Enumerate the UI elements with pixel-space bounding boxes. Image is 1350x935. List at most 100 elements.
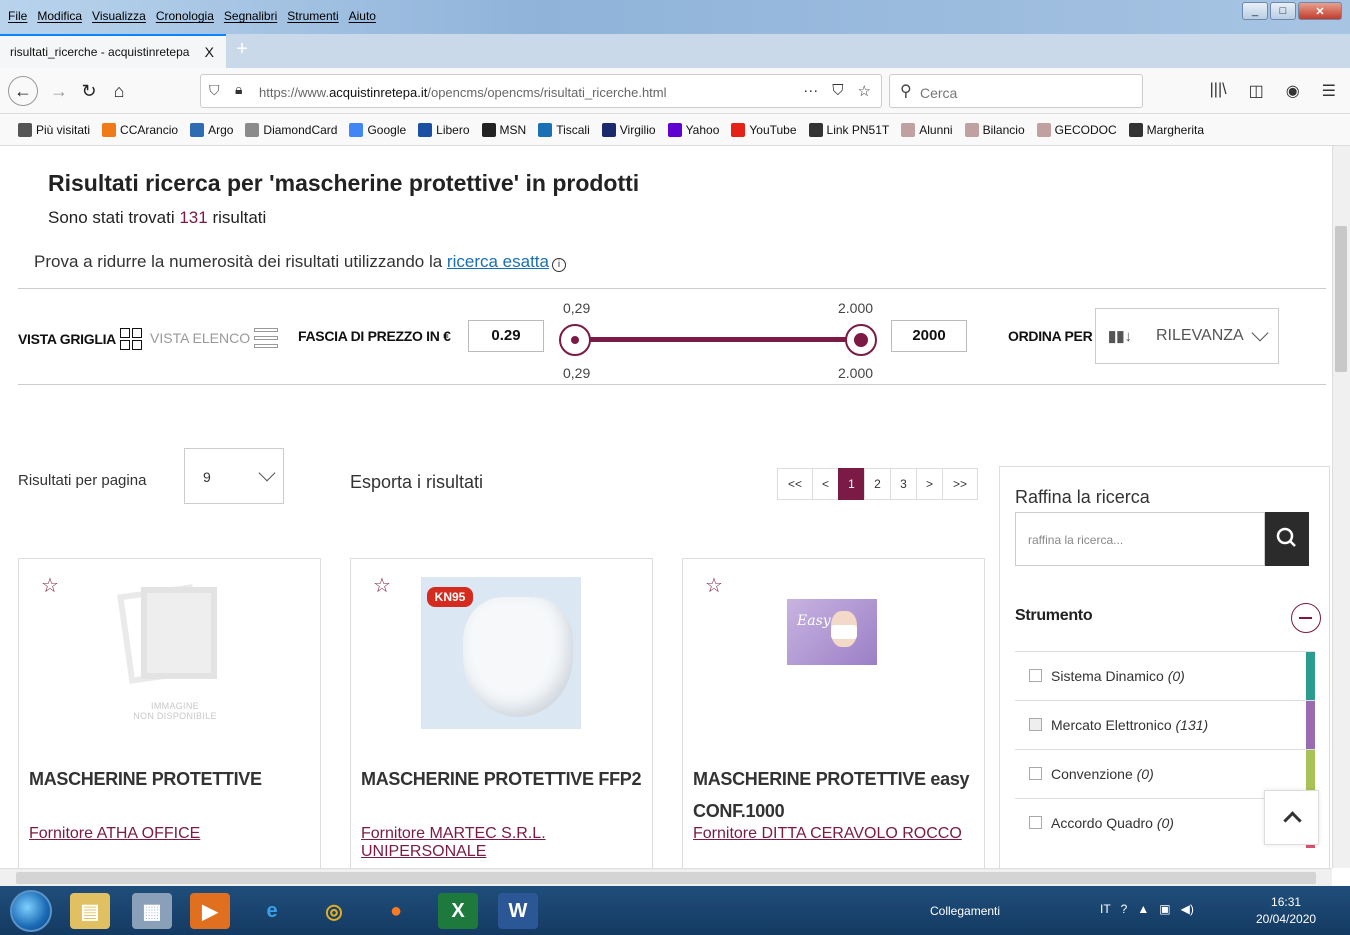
network-icon[interactable]: ▣ <box>1159 902 1170 916</box>
refine-search-button[interactable] <box>1265 512 1309 566</box>
shield-icon[interactable]: ⛉ <box>209 82 220 99</box>
menu-aiuto[interactable]: Aiuto <box>349 9 376 23</box>
tab-risultati[interactable]: risultati_ricerche - acquistinretepa X <box>0 34 226 68</box>
toolbar-collegamenti[interactable]: Collegamenti <box>930 904 1000 918</box>
pocket-icon[interactable]: ⛉ <box>832 82 843 100</box>
start-button[interactable] <box>10 890 52 932</box>
product-image[interactable]: Easy <box>787 599 877 665</box>
menu-segnalibri[interactable]: Segnalibri <box>224 9 277 23</box>
forward-icon[interactable]: → <box>46 78 72 104</box>
product-title[interactable]: MASCHERINE PROTETTIVE easy CONF.1000 <box>693 763 970 827</box>
excel-icon[interactable]: X <box>438 893 478 929</box>
menu-cronologia[interactable]: Cronologia <box>156 9 214 23</box>
refine-search-input[interactable]: raffina la ricerca... <box>1015 512 1265 566</box>
arrow-up-icon[interactable]: ▲ <box>1137 902 1149 916</box>
supplier-link[interactable]: Fornitore DITTA CERAVOLO ROCCO <box>693 825 962 843</box>
bookmark-youtube[interactable]: YouTube <box>731 122 797 137</box>
explorer-icon[interactable]: ▤ <box>70 893 110 929</box>
bookmark-pi-visitati[interactable]: Più visitati <box>18 122 90 137</box>
word-icon[interactable]: W <box>498 893 538 929</box>
language-indicator[interactable]: IT <box>1100 902 1111 916</box>
sort-select[interactable]: ▮▮↓ RILEVANZA <box>1095 308 1279 364</box>
sidebar-icon[interactable]: ◫ <box>1249 81 1264 101</box>
horizontal-scrollbar[interactable] <box>0 868 1332 886</box>
bookmark-link-pn51t[interactable]: Link PN51T <box>808 122 889 137</box>
product-card[interactable]: ☆ KN95 MASCHERINE PROTETTIVE FFP2 Fornit… <box>350 558 653 868</box>
product-image[interactable]: KN95 <box>421 577 581 729</box>
home-icon[interactable]: ⌂ <box>106 78 132 104</box>
library-icon[interactable]: |||\ <box>1210 81 1227 101</box>
bookmark-margherita[interactable]: Margherita <box>1128 122 1204 137</box>
supplier-link[interactable]: Fornitore ATHA OFFICE <box>29 825 200 843</box>
collapse-icon[interactable] <box>1291 603 1321 633</box>
bookmark-bilancio[interactable]: Bilancio <box>964 122 1025 137</box>
bookmark-libero[interactable]: Libero <box>418 122 470 137</box>
hamburger-menu-icon[interactable]: ☰ <box>1322 81 1336 101</box>
more-icon[interactable]: ··· <box>803 82 818 100</box>
help-icon[interactable]: ? <box>1121 902 1128 916</box>
account-icon[interactable]: ◉ <box>1286 81 1300 101</box>
filter-option[interactable]: Mercato Elettronico (131) <box>1015 700 1315 750</box>
url-bar[interactable]: ⛉ 🔒︎ https://www.acquistinretepa.it/open… <box>200 74 882 108</box>
next-page-button[interactable]: > <box>916 468 943 500</box>
lock-icon[interactable]: 🔒︎ <box>235 81 242 98</box>
back-icon[interactable]: ← <box>8 76 38 106</box>
bookmark-alunni[interactable]: Alunni <box>901 122 953 137</box>
info-icon[interactable]: i <box>551 258 566 272</box>
bookmark-virgilio[interactable]: Virgilio <box>601 122 656 137</box>
back-to-top-button[interactable] <box>1264 790 1319 845</box>
product-title[interactable]: MASCHERINE PROTETTIVE FFP2 <box>361 763 642 795</box>
grid-view-button[interactable]: VISTA GRIGLIA <box>18 328 142 350</box>
vertical-scrollbar[interactable] <box>1332 146 1350 868</box>
menu-strumenti[interactable]: Strumenti <box>287 9 338 23</box>
bookmark-star-icon[interactable]: ☆ <box>858 82 871 100</box>
bookmark-argo[interactable]: Argo <box>190 122 233 137</box>
bookmark-yahoo[interactable]: Yahoo <box>667 122 719 137</box>
menu-visualizza[interactable]: Visualizza <box>92 9 146 23</box>
maximize-button[interactable]: □ <box>1270 2 1296 20</box>
favorite-star-icon[interactable]: ☆ <box>41 573 59 598</box>
min-price-input[interactable]: 0.29 <box>468 320 544 352</box>
ie-icon[interactable]: e <box>252 893 292 929</box>
calculator-icon[interactable]: ▦ <box>132 893 172 929</box>
reload-icon[interactable]: ↻ <box>76 78 102 104</box>
list-view-button[interactable]: VISTA ELENCO <box>150 328 279 348</box>
export-results-link[interactable]: Esporta i risultati <box>350 472 483 493</box>
max-price-handle[interactable] <box>845 324 877 356</box>
max-price-input[interactable]: 2000 <box>891 320 967 352</box>
clock[interactable]: 16:31 20/04/2020 <box>1256 894 1316 928</box>
checkbox[interactable] <box>1029 767 1042 780</box>
menu-file[interactable]: File <box>8 9 27 23</box>
new-tab-button[interactable]: + <box>230 38 254 61</box>
close-tab-icon[interactable]: X <box>205 44 214 60</box>
last-page-button[interactable]: >> <box>942 468 978 500</box>
bookmark-diamondcard[interactable]: DiamondCard <box>245 122 337 137</box>
prev-page-button[interactable]: < <box>812 468 839 500</box>
media-icon[interactable]: ▶ <box>190 893 230 929</box>
page-1-button[interactable]: 1 <box>838 468 865 500</box>
product-card[interactable]: ☆ IMMAGINE NON DISPONIBILE MASCHERINE PRO… <box>18 558 321 868</box>
favorite-star-icon[interactable]: ☆ <box>705 573 723 598</box>
minimize-button[interactable]: _ <box>1242 2 1268 20</box>
menu-modifica[interactable]: Modifica <box>37 9 82 23</box>
exact-search-link[interactable]: ricerca esatta <box>447 252 549 271</box>
bookmark-ccarancio[interactable]: CCArancio <box>102 122 178 137</box>
checkbox[interactable] <box>1029 718 1042 731</box>
checkbox[interactable] <box>1029 816 1042 829</box>
checkbox[interactable] <box>1029 669 1042 682</box>
first-page-button[interactable]: << <box>777 468 813 500</box>
page-3-button[interactable]: 3 <box>890 468 917 500</box>
chrome-icon[interactable]: ◎ <box>314 893 354 929</box>
price-slider-track[interactable] <box>575 337 862 342</box>
min-price-handle[interactable] <box>559 324 591 356</box>
search-input[interactable]: ⚲ Cerca <box>889 74 1143 108</box>
close-window-button[interactable]: ✕ <box>1298 2 1342 20</box>
product-card[interactable]: ☆ Easy MASCHERINE PROTETTIVE easy CONF.10… <box>682 558 985 868</box>
bookmark-tiscali[interactable]: Tiscali <box>538 122 590 137</box>
bookmark-msn[interactable]: MSN <box>481 122 526 137</box>
supplier-link[interactable]: Fornitore MARTEC S.R.L. UNIPERSONALE <box>361 825 652 861</box>
product-title[interactable]: MASCHERINE PROTETTIVE <box>29 763 262 795</box>
volume-icon[interactable]: ◀) <box>1181 902 1194 916</box>
firefox-icon[interactable]: ● <box>376 893 416 929</box>
bookmark-gecodoc[interactable]: GECODOC <box>1036 122 1117 137</box>
